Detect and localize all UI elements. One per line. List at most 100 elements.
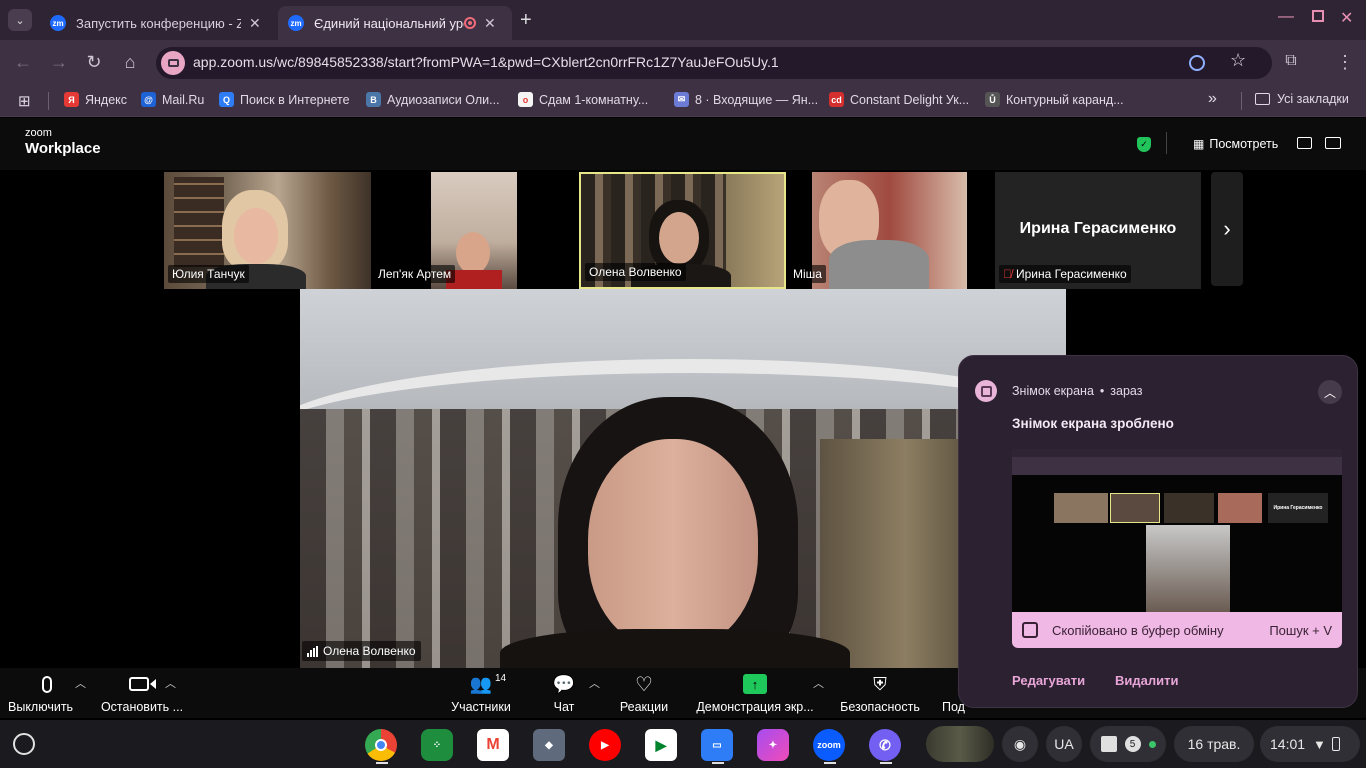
apps-grid-icon[interactable]: ⊞ bbox=[18, 92, 31, 110]
view-label: Посмотреть bbox=[1209, 137, 1279, 151]
participant-tile-active[interactable]: Олена Волвенко bbox=[579, 172, 786, 289]
home-icon[interactable]: ⌂ bbox=[119, 52, 141, 73]
zoom-logo-bottom: Workplace bbox=[25, 140, 101, 157]
cube-app-icon[interactable]: ◆ bbox=[533, 729, 565, 761]
collapse-button[interactable]: ︿ bbox=[1318, 380, 1342, 404]
participant-tile[interactable]: Ирина Герасименко 🎙̸ Ирина Герасименко bbox=[995, 172, 1201, 289]
participant-tile[interactable]: Леп'як Артем bbox=[374, 172, 517, 289]
chat-button[interactable]: 💬 Чат bbox=[548, 668, 580, 715]
delete-button[interactable]: Видалити bbox=[1115, 673, 1178, 688]
participant-tile[interactable]: Юлия Танчук bbox=[164, 172, 371, 289]
chevron-up-icon[interactable]: ︿ bbox=[75, 675, 86, 691]
share-screen-button[interactable]: ↑ Демонстрация экр... bbox=[694, 668, 816, 714]
notifications-tray[interactable]: 5 bbox=[1090, 726, 1166, 762]
gmail-icon[interactable]: M bbox=[477, 729, 509, 761]
running-indicator bbox=[376, 762, 388, 764]
google-lens-icon[interactable] bbox=[1189, 55, 1205, 71]
preview-tabbar bbox=[1012, 449, 1342, 457]
site-info-icon[interactable] bbox=[161, 51, 185, 75]
preview-tile-name: Ирина Герасименко bbox=[1268, 493, 1328, 523]
input-method-button[interactable]: UA bbox=[1046, 726, 1082, 762]
participant-name: Міша bbox=[789, 265, 826, 283]
edit-button[interactable]: Редагувати bbox=[1012, 673, 1085, 688]
phone-hub-thumbnails[interactable] bbox=[926, 726, 994, 762]
chrome-icon[interactable] bbox=[365, 729, 397, 761]
divider bbox=[48, 92, 49, 110]
security-button[interactable]: ⛨ Безопасность bbox=[838, 668, 922, 715]
google-apps-icon[interactable]: ⁘ bbox=[421, 729, 453, 761]
bookmark-item[interactable]: Ů Контурный каранд... bbox=[985, 92, 1124, 107]
participant-tile[interactable]: Міша bbox=[789, 172, 967, 290]
reload-icon[interactable]: ↻ bbox=[83, 52, 105, 73]
youtube-icon[interactable]: ▶ bbox=[589, 729, 621, 761]
chevron-up-icon[interactable]: ︿ bbox=[813, 675, 824, 691]
bookmark-favicon-icon: ✉ bbox=[674, 92, 689, 107]
fullscreen-icon[interactable] bbox=[1325, 137, 1341, 149]
running-indicator bbox=[824, 762, 836, 764]
bookmark-favicon-icon: o bbox=[518, 92, 533, 107]
date-button[interactable]: 16 трав. bbox=[1174, 726, 1254, 762]
participants-label: Участники bbox=[451, 700, 511, 714]
notification-count: 5 bbox=[1124, 736, 1141, 752]
menu-icon[interactable]: ⋮ bbox=[1334, 52, 1356, 73]
participant-face bbox=[659, 212, 699, 264]
divider bbox=[1166, 132, 1167, 154]
notification-title: Знімок екрана зроблено bbox=[1012, 416, 1174, 431]
speaker-name-tag: Олена Волвенко bbox=[302, 641, 421, 661]
bookmark-item[interactable]: o Сдам 1-комнатну... bbox=[518, 92, 648, 107]
tab-strip: ⌄ zm Запустить конференцию - Zoom ✕ zm Є… bbox=[0, 0, 1366, 40]
viber-icon[interactable]: ✆ bbox=[869, 729, 901, 761]
divider bbox=[1241, 92, 1242, 110]
view-button[interactable]: ▦ Посмотреть bbox=[1193, 137, 1278, 151]
google-meet-icon[interactable]: ▶ bbox=[645, 729, 677, 761]
encryption-shield-icon[interactable]: ✓ bbox=[1137, 137, 1151, 152]
files-icon[interactable]: ▭ bbox=[701, 729, 733, 761]
bookmark-label: 8 · Входящие — Ян... bbox=[695, 92, 819, 107]
chevron-up-icon[interactable]: ︿ bbox=[589, 675, 600, 691]
chat-icon: 💬 bbox=[552, 673, 576, 694]
security-label: Безопасность bbox=[840, 700, 920, 714]
close-icon[interactable]: ✕ bbox=[249, 15, 261, 32]
pip-icon[interactable] bbox=[1297, 137, 1312, 149]
bookmark-item[interactable]: cd Constant Delight Ук... bbox=[829, 92, 969, 107]
bookmark-item[interactable]: B Аудиозаписи Оли... bbox=[366, 92, 500, 107]
bookmark-favicon-icon: B bbox=[366, 92, 381, 107]
status-dot bbox=[1148, 740, 1156, 748]
new-tab-icon[interactable]: + bbox=[520, 9, 532, 32]
close-window-icon[interactable]: ✕ bbox=[1340, 8, 1353, 28]
gallery-icon[interactable]: ✦ bbox=[757, 729, 789, 761]
maximize-icon[interactable] bbox=[1312, 10, 1324, 22]
zoom-favicon-icon: zm bbox=[50, 15, 66, 31]
tab-zoom-meeting[interactable]: zm Єдиний національний урок ✕ bbox=[278, 6, 512, 40]
bookmark-favicon-icon: Я bbox=[64, 92, 79, 107]
minimize-icon[interactable]: — bbox=[1278, 8, 1294, 26]
chevron-up-icon[interactable]: ︿ bbox=[165, 675, 176, 691]
tab-search-icon[interactable]: ⌄ bbox=[8, 9, 32, 31]
more-bookmarks-button[interactable]: » bbox=[1208, 90, 1217, 108]
tab-zoom-launch[interactable]: zm Запустить конференцию - Zoom ✕ bbox=[40, 6, 272, 40]
bookmark-item[interactable]: @ Mail.Ru bbox=[141, 92, 204, 107]
bookmark-item[interactable]: Я Яндекс bbox=[64, 92, 127, 107]
bookmark-label: Аудиозаписи Оли... bbox=[387, 92, 500, 107]
extensions-icon[interactable]: ⧉ bbox=[1280, 52, 1302, 70]
participant-face bbox=[234, 208, 278, 264]
bookmark-item[interactable]: Q Поиск в Интернете bbox=[219, 92, 350, 107]
status-area[interactable]: 14:01 ▼ bbox=[1260, 726, 1360, 762]
reactions-button[interactable]: ♡ Реакции bbox=[617, 668, 671, 715]
launcher-icon[interactable] bbox=[13, 733, 35, 755]
battery-icon bbox=[1331, 737, 1340, 751]
screen-capture-icon[interactable]: ◉ bbox=[1002, 726, 1038, 762]
screenshot-preview[interactable]: Ирина Герасименко bbox=[1012, 449, 1342, 612]
bookmark-label: Поиск в Интернете bbox=[240, 92, 350, 107]
forward-icon[interactable]: → bbox=[48, 52, 70, 73]
all-bookmarks-button[interactable]: Усі закладки bbox=[1255, 92, 1349, 106]
bookmark-item[interactable]: ✉ 8 · Входящие — Ян... bbox=[674, 92, 818, 107]
share-screen-label: Демонстрация экр... bbox=[696, 700, 814, 714]
bookmark-label: Mail.Ru bbox=[162, 92, 205, 107]
star-icon[interactable]: ☆ bbox=[1230, 50, 1246, 71]
participant-placeholder-name: Ирина Герасименко bbox=[1019, 220, 1177, 237]
next-page-button[interactable]: › bbox=[1211, 172, 1243, 286]
zoom-app-icon[interactable]: zoom bbox=[813, 729, 845, 761]
close-icon[interactable]: ✕ bbox=[484, 15, 496, 32]
back-icon[interactable]: ← bbox=[12, 52, 34, 73]
